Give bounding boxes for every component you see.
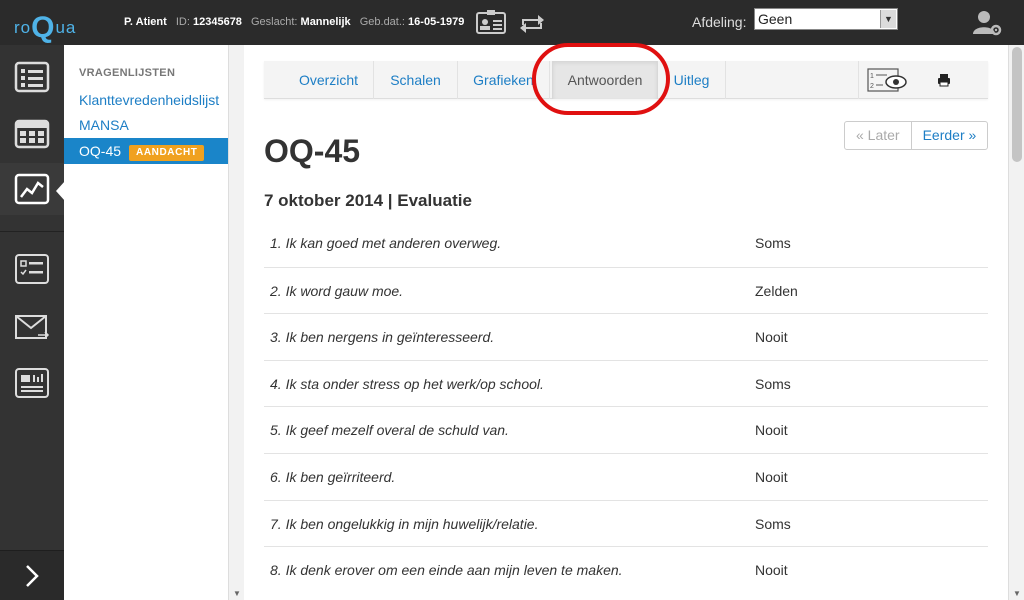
line-chart-icon (14, 173, 50, 205)
envelope-icon (15, 315, 50, 339)
view-answers-icon[interactable]: 1 2 (858, 61, 914, 99)
logo-text-q: Q (31, 11, 56, 44)
questionnaire-item-label: Klanttevredenheidslijst (79, 92, 220, 108)
top-bar: roQua P. Atient ID: 12345678 Geslacht: M… (0, 0, 1024, 45)
attention-badge: AANDACHT (129, 145, 205, 161)
print-icon[interactable] (922, 61, 966, 99)
answer-value: Soms (755, 235, 791, 251)
answer-value: Nooit (755, 562, 788, 579)
nav-messages-item[interactable] (0, 301, 64, 353)
calendar-icon (14, 119, 50, 149)
svg-text:1: 1 (870, 73, 874, 80)
report-icon (15, 368, 49, 398)
answer-row: 3. Ik ben nergens in geïnteresseerd. Nooi… (264, 313, 988, 360)
patient-gender-value: Mannelijk (300, 16, 351, 28)
scroll-down-icon[interactable]: ▼ (1013, 589, 1021, 598)
question-text: 3. Ik ben nergens in geïnteresseerd. (270, 329, 495, 346)
earlier-button[interactable]: Eerder » (912, 122, 988, 149)
answer-row: 7. Ik ben ongelukkig in mijn huwelijk/re… (264, 499, 988, 547)
patient-dob-label: Geb.dat.: (359, 16, 405, 28)
answer-row: 4. Ik sta onder stress op het werk/op sc… (264, 359, 988, 407)
nav-calendar-item[interactable] (0, 107, 64, 159)
nav-list-item[interactable] (0, 51, 64, 103)
answer-value: Zelden (755, 282, 798, 299)
chevron-down-icon[interactable]: ▼ (880, 10, 896, 28)
patient-name: P. Atient (124, 16, 167, 28)
rail-divider (0, 231, 64, 232)
answer-value: Nooit (755, 422, 788, 439)
list-icon (14, 61, 50, 93)
patient-gender-label: Geslacht: (251, 16, 298, 28)
patient-info: P. Atient ID: 12345678 Geslacht: Manneli… (124, 16, 464, 28)
answer-row: 2. Ik word gauw moe. Zelden (264, 266, 988, 314)
question-text: 5. Ik geef mezelf overal de schuld van. (270, 422, 509, 439)
patient-dob-value: 16-05-1979 (408, 16, 465, 28)
measurement-subtitle: 7 oktober 2014 | Evaluatie (264, 191, 472, 210)
answer-row: 1. Ik kan goed met anderen overweg. Soms (264, 220, 988, 267)
answer-value: Soms (755, 375, 791, 392)
afdeling-value: Geen (758, 11, 793, 27)
question-text: 6. Ik ben geïrriteerd. (270, 468, 396, 485)
id-card-icon[interactable] (476, 9, 506, 35)
svg-text:2: 2 (870, 83, 874, 90)
nav-results-item[interactable] (0, 163, 64, 215)
answer-row: 5. Ik geef mezelf overal de schuld van. N… (264, 406, 988, 453)
later-button[interactable]: « Later (845, 122, 912, 149)
page-title: OQ-45 (264, 133, 361, 169)
questionnaire-item[interactable]: Klanttevredenheidslijst (64, 87, 228, 113)
logo-text-prefix: ro (14, 18, 32, 37)
answers-table: 1. Ik kan goed met anderen overweg. Soms … (264, 220, 988, 593)
main-content: Overzicht Schalen Grafieken Antwoorden U… (244, 43, 1008, 600)
answer-row: 8. Ik denk erover om een einde aan mijn … (264, 546, 988, 593)
nav-tasks-item[interactable] (0, 243, 64, 295)
questionnaire-list-title: VRAGENLIJSTEN (79, 67, 176, 79)
highlight-annotation (532, 43, 670, 115)
expand-nav-button[interactable] (0, 550, 64, 600)
sync-icon[interactable] (518, 9, 546, 35)
scrollbar-thumb[interactable] (1012, 47, 1022, 162)
patient-id-value: 12345678 (192, 16, 242, 28)
user-settings-icon[interactable] (972, 8, 1002, 36)
main-nav-rail (0, 45, 65, 600)
questionnaire-list: VRAGENLIJSTEN Klanttevredenheidslijst MA… (64, 45, 228, 600)
question-text: 7. Ik ben ongelukkig in mijn huwelijk/re… (270, 515, 539, 532)
questionnaire-item-active[interactable]: OQ-45 AANDACHT (64, 138, 228, 164)
roqua-logo[interactable]: roQua (14, 7, 77, 44)
list-scrollbar[interactable]: ▼ (228, 45, 244, 600)
question-text: 2. Ik word gauw moe. (270, 282, 404, 299)
chevron-right-icon (26, 564, 39, 587)
patient-id-label: ID: (175, 16, 190, 28)
checklist-icon (15, 254, 49, 284)
tab-schalen[interactable]: Schalen (374, 61, 458, 99)
scroll-down-icon[interactable]: ▼ (233, 589, 241, 598)
answer-value: Nooit (755, 468, 788, 485)
main-scrollbar[interactable]: ▼ (1008, 45, 1024, 600)
answer-value: Nooit (755, 329, 788, 346)
questionnaire-item[interactable]: MANSA (64, 112, 228, 138)
questionnaire-item-label: OQ-45 (79, 143, 122, 159)
afdeling-label: Afdeling: (692, 14, 747, 30)
question-text: 4. Ik sta onder stress op het werk/op sc… (270, 375, 544, 392)
questionnaire-item-label: MANSA (79, 117, 129, 133)
pager: « Later Eerder » (844, 121, 989, 150)
answer-value: Soms (755, 515, 791, 532)
question-text: 8. Ik denk erover om een einde aan mijn … (270, 562, 623, 579)
question-text: 1. Ik kan goed met anderen overweg. (270, 235, 502, 251)
answer-row: 6. Ik ben geïrriteerd. Nooit (264, 452, 988, 500)
tab-overzicht[interactable]: Overzicht (284, 61, 374, 99)
logo-text-suffix: ua (55, 18, 77, 37)
nav-reports-item[interactable] (0, 357, 64, 409)
afdeling-select[interactable]: Geen ▼ (754, 8, 898, 30)
